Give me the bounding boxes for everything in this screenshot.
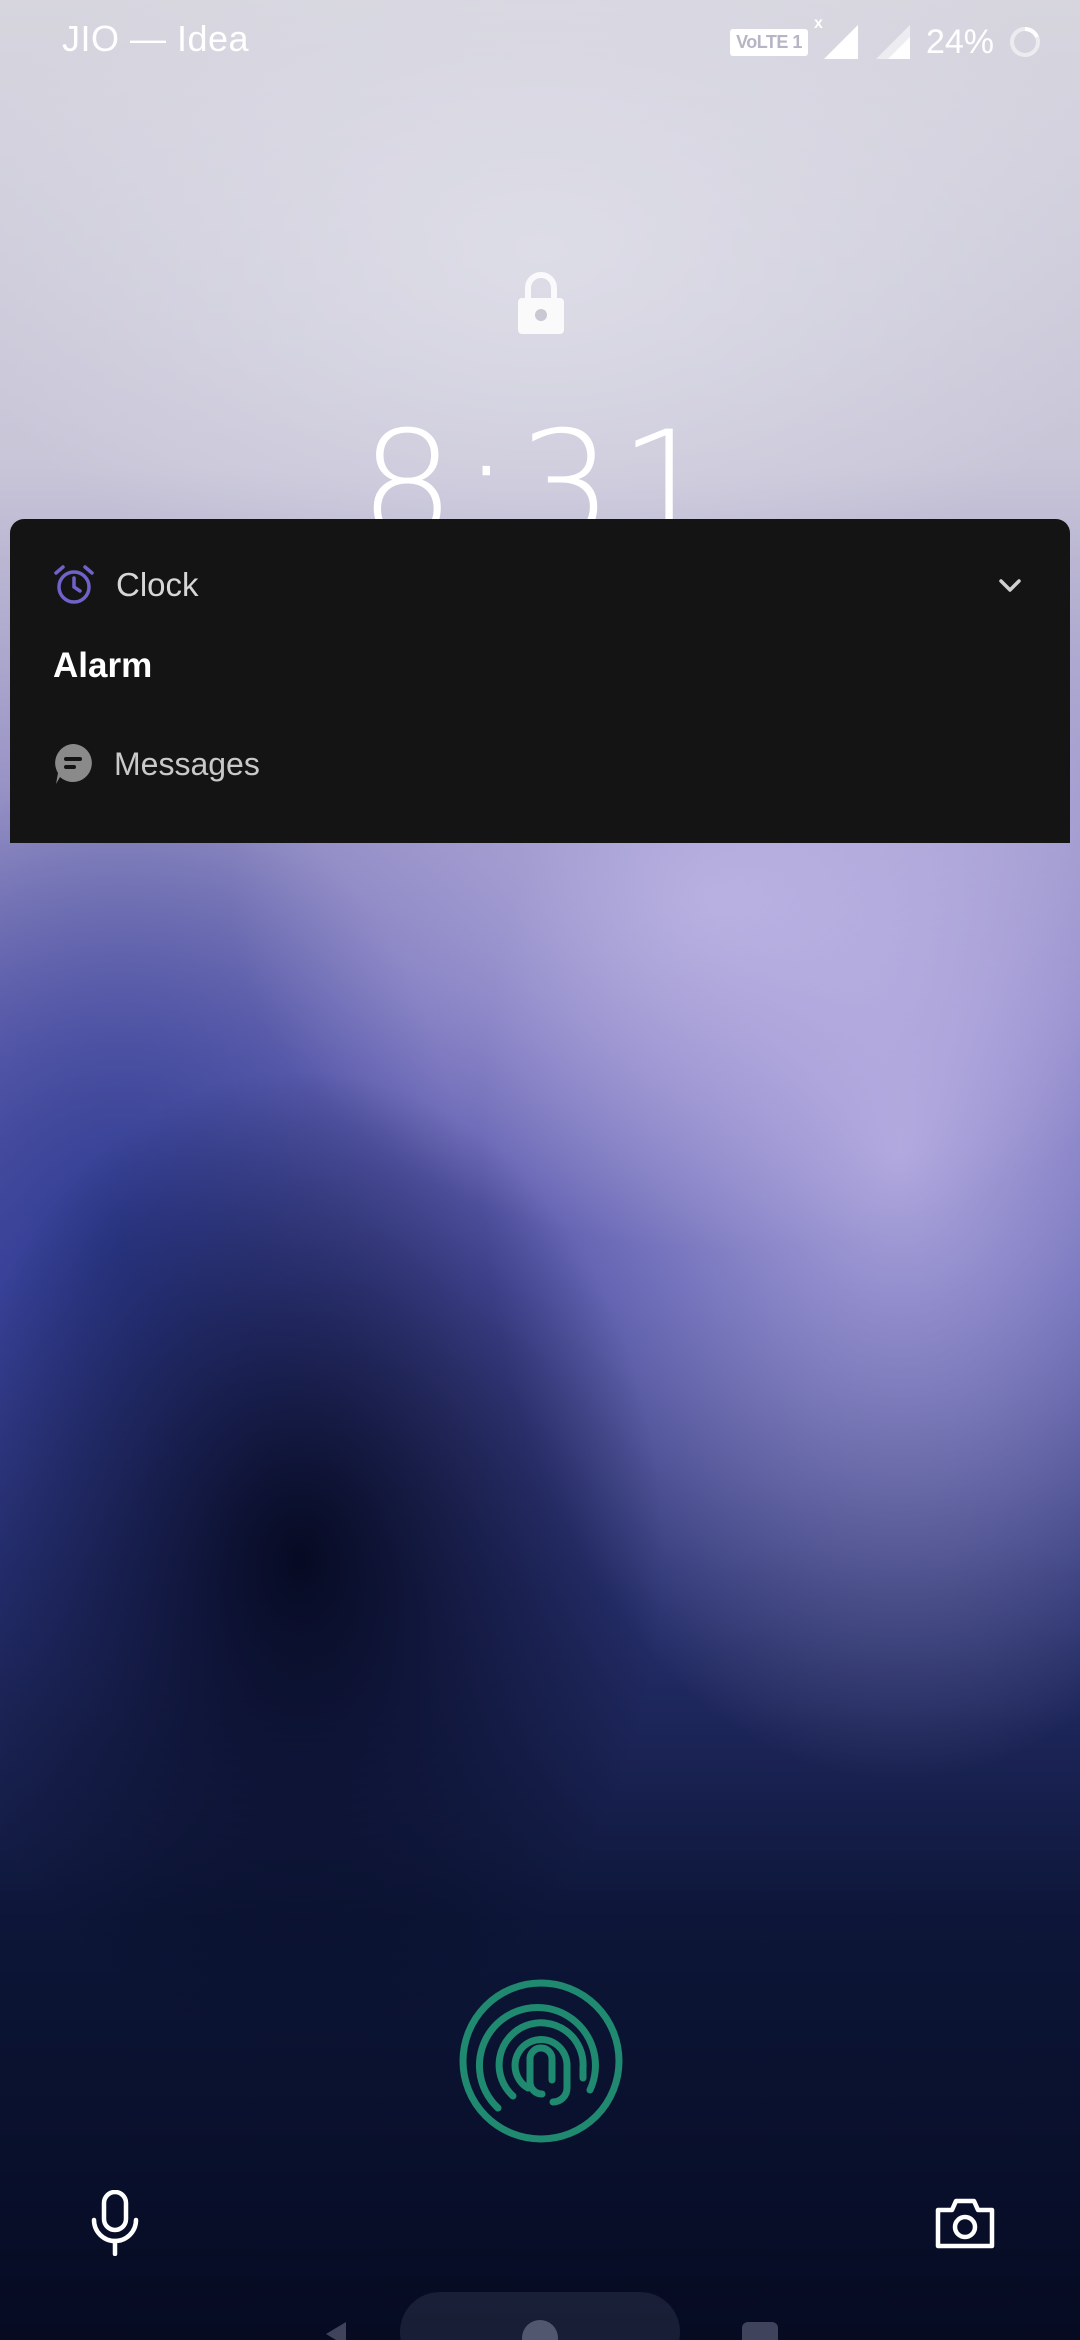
back-icon[interactable]	[320, 2318, 350, 2340]
status-icons: VoLTE 1 x 24%	[730, 15, 1042, 66]
notification-header: Clock	[52, 561, 1042, 609]
status-bar: JIO — Idea VoLTE 1 x 24%	[0, 0, 1080, 84]
carrier-name: JIO — Idea	[62, 18, 250, 59]
volte-badge: VoLTE 1	[730, 28, 808, 56]
alarm-clock-icon	[54, 565, 94, 604]
messages-icon	[55, 744, 92, 784]
battery-ring-icon	[1010, 27, 1040, 57]
notification-card[interactable]: Clock Alarm Messages	[10, 519, 1070, 843]
recents-icon[interactable]	[742, 2322, 778, 2340]
signal-sim1-icon: x	[814, 15, 860, 61]
chevron-down-icon[interactable]	[996, 573, 1024, 597]
lock-icon	[518, 272, 564, 334]
battery-percent: 24%	[925, 22, 994, 61]
camera-icon[interactable]	[934, 2196, 996, 2250]
fingerprint-icon[interactable]	[458, 1978, 624, 2144]
messages-notification[interactable]: Messages	[52, 739, 260, 789]
messages-app-name: Messages	[114, 745, 260, 782]
notification-title: Alarm	[53, 646, 153, 685]
notification-app-name: Clock	[116, 566, 199, 603]
lock-screen: JIO — Idea VoLTE 1 x 24% 8:31 Clock Alar…	[0, 0, 1080, 2340]
microphone-icon[interactable]	[88, 2190, 142, 2256]
signal-sim2-icon	[874, 23, 912, 61]
